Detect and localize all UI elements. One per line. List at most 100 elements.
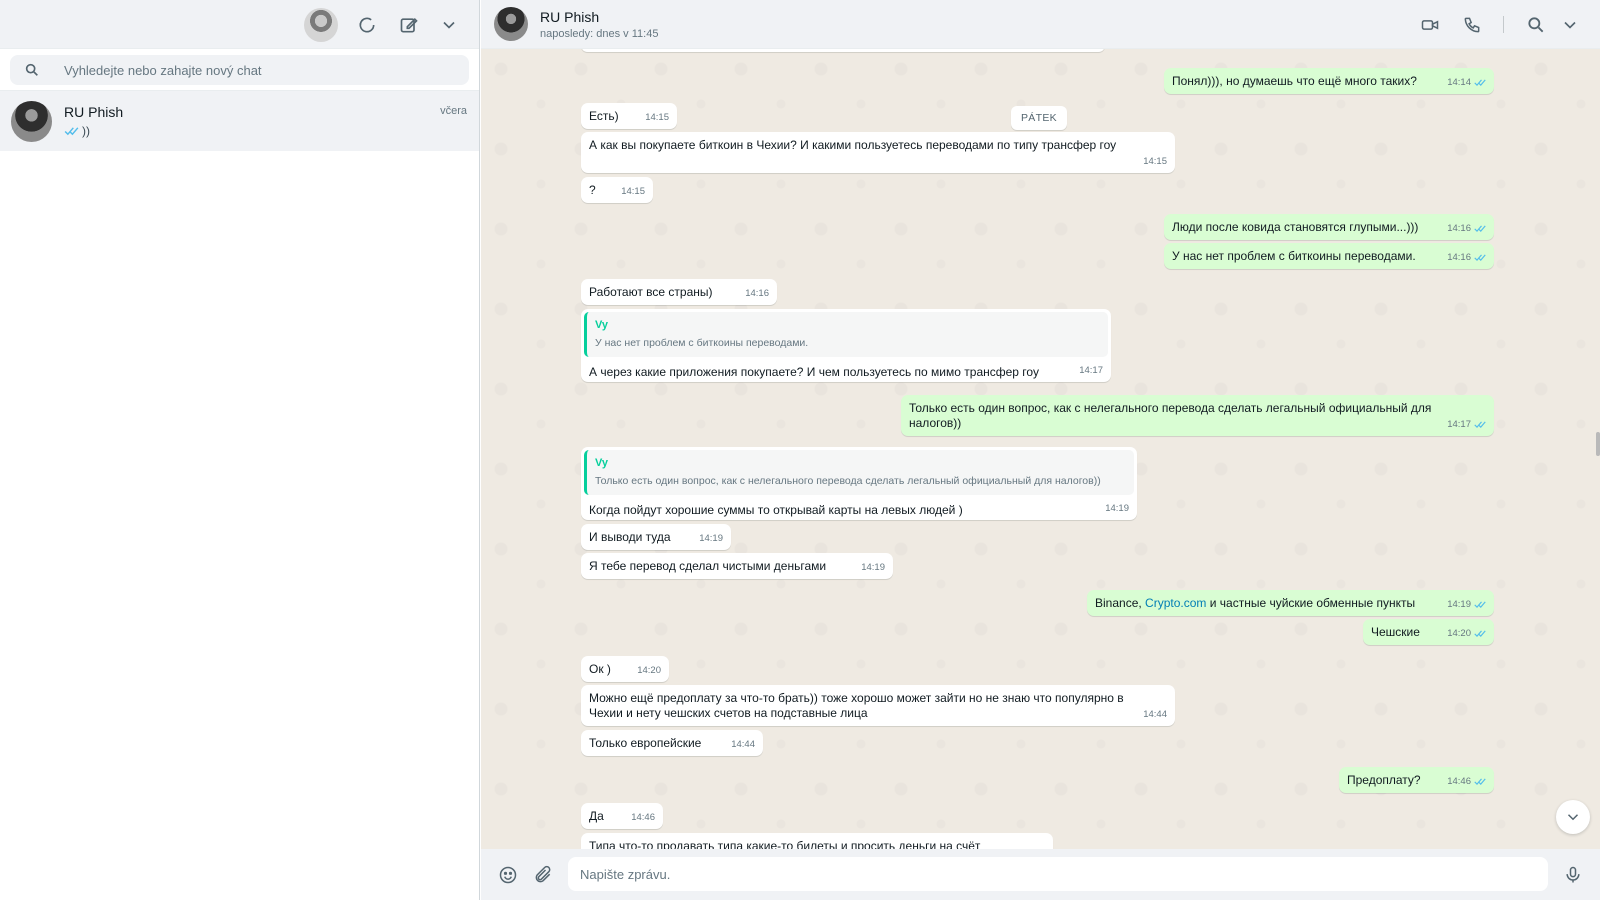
contact-avatar[interactable]: [494, 7, 528, 41]
quoted-message[interactable]: Vy Только есть один вопрос, как с нелега…: [584, 450, 1134, 495]
contact-avatar: [11, 101, 52, 142]
new-chat-icon[interactable]: [396, 12, 422, 38]
chat-preview: )): [64, 124, 90, 138]
video-call-icon[interactable]: [1417, 12, 1443, 38]
message-meta: 14:14: [1447, 75, 1486, 90]
header-divider: [1503, 16, 1504, 33]
message-meta: 14:19: [1447, 597, 1486, 612]
microphone-icon[interactable]: [1562, 864, 1584, 886]
message-bubble-incoming[interactable]: А как вы покупаете биткоин в Чехии? И ка…: [581, 132, 1175, 173]
message-time: 14:20: [1447, 628, 1471, 639]
message-bubble-incoming[interactable]: Только европейские 14:44: [581, 730, 763, 756]
message-time: 14:46: [631, 812, 655, 823]
message-meta: 14:19: [861, 560, 885, 575]
message-bubble-outgoing[interactable]: Люди после ковида становятся глупыми...)…: [1164, 214, 1494, 240]
message-time: 14:15: [1143, 156, 1167, 167]
quoted-author: Vy: [595, 457, 609, 469]
message-bubble-incoming[interactable]: Ок ) 14:20: [581, 656, 669, 682]
message-bubble-incoming[interactable]: Есть) 14:15: [581, 103, 677, 129]
message-text: Типа что-то продавать типа какие-то биле…: [589, 839, 981, 849]
read-ticks-icon: [1474, 778, 1486, 786]
message-text: Можно ещё предоплату за что-то брать)) т…: [589, 691, 1124, 720]
message-meta: 14:46: [1447, 774, 1486, 789]
message-meta: 14:15: [645, 110, 669, 125]
quoted-message[interactable]: Vy У нас нет проблем с биткоины перевода…: [584, 312, 1108, 357]
message-meta: 14:46: [631, 810, 655, 825]
message-bubble-outgoing[interactable]: У нас нет проблем с биткоины переводами.…: [1164, 243, 1494, 269]
quoted-author: Vy: [595, 319, 609, 331]
chevron-down-icon[interactable]: [436, 12, 462, 38]
message-bubble-incoming[interactable]: Можно ещё предоплату за что-то брать)) т…: [581, 685, 1175, 726]
search-icon: [25, 63, 38, 76]
message-text: Люди после ковида становятся глупыми...)…: [1172, 220, 1419, 234]
message-meta: 14:16: [745, 286, 769, 301]
message-bubble-outgoing[interactable]: Чешские 14:20: [1363, 619, 1494, 645]
crypto-link[interactable]: Crypto.com: [1145, 596, 1206, 610]
conversation-panel: RU Phish naposledy: dnes v 11:45 PÁTEK П…: [481, 0, 1600, 900]
message-input[interactable]: [568, 857, 1548, 891]
message-text: Только европейские: [589, 736, 702, 750]
chevron-down-icon[interactable]: [1557, 12, 1583, 38]
search-icon[interactable]: [1523, 12, 1549, 38]
message-bubble-incoming[interactable]: Работают все страны) 14:16: [581, 279, 777, 305]
my-profile-avatar[interactable]: [304, 8, 338, 42]
chat-name: RU Phish: [64, 104, 124, 120]
message-meta: 14:17: [1079, 363, 1103, 378]
message-time: 14:19: [1447, 599, 1471, 610]
read-ticks-icon: [1474, 601, 1486, 609]
message-time: 14:19: [1105, 503, 1129, 514]
message-time: 14:44: [1143, 709, 1167, 720]
message-bubble-incoming[interactable]: Типа что-то продавать типа какие-то биле…: [581, 833, 1053, 849]
message-bubble-outgoing[interactable]: Понял))), но думаешь что ещё много таких…: [1164, 68, 1494, 94]
phone-icon[interactable]: [1459, 12, 1485, 38]
message-text: Binance, Crypto.com и частные чуйские об…: [1095, 596, 1486, 611]
message-time: 14:44: [731, 739, 755, 750]
message-meta: 14:19: [1105, 501, 1129, 516]
message-list[interactable]: PÁTEK Понял))), но думаешь что ещё много…: [481, 49, 1600, 849]
message-time: 14:16: [1447, 223, 1471, 234]
emoji-icon[interactable]: [497, 864, 519, 886]
conversation-header[interactable]: RU Phish naposledy: dnes v 11:45: [481, 0, 1600, 49]
message-bubble-incoming[interactable]: ? 14:15: [581, 177, 653, 203]
message-text: А как вы покупаете биткоин в Чехии? И ка…: [589, 138, 1117, 152]
message-time: 14:17: [1447, 419, 1471, 430]
message-text-part: Binance,: [1095, 596, 1146, 610]
search-input[interactable]: [64, 55, 464, 85]
message-bubble-incoming[interactable]: Да 14:46: [581, 803, 663, 829]
contact-name: RU Phish: [540, 9, 600, 25]
message-meta: 14:44: [731, 737, 755, 752]
scroll-to-bottom-button[interactable]: [1556, 800, 1590, 834]
message-meta: 14:44: [1143, 707, 1167, 722]
message-input-wrap[interactable]: [568, 857, 1548, 891]
chat-list-panel: RU Phish včera )): [0, 0, 480, 900]
message-text: У нас нет проблем с биткоины переводами.: [1172, 249, 1416, 263]
quoted-text: У нас нет проблем с биткоины переводами.: [595, 337, 809, 349]
read-ticks-icon: [1474, 254, 1486, 262]
message-meta: 14:19: [699, 531, 723, 546]
message-bubble-incoming[interactable]: И выводи туда 14:19: [581, 524, 731, 550]
message-time: 14:20: [637, 665, 661, 676]
paperclip-icon[interactable]: [532, 864, 554, 886]
message-text: Работают все страны): [589, 285, 713, 299]
message-bubble-partial[interactable]: [581, 49, 1105, 52]
message-bubble-outgoing[interactable]: Binance, Crypto.com и частные чуйские об…: [1087, 590, 1494, 616]
scrollbar-thumb[interactable]: [1596, 432, 1600, 456]
message-bubble-outgoing[interactable]: Только есть один вопрос, как с нелегальн…: [901, 395, 1494, 436]
message-time: 14:16: [1447, 252, 1471, 263]
search-box[interactable]: [10, 55, 469, 85]
quoted-text: Только есть один вопрос, как с нелегальн…: [595, 475, 1101, 487]
message-bubble-outgoing[interactable]: Предоплату? 14:46: [1339, 767, 1494, 793]
message-meta: 14:17: [1447, 417, 1486, 432]
chat-preview-text: )): [82, 124, 90, 138]
message-composer: [481, 849, 1600, 900]
chat-list-item[interactable]: RU Phish včera )): [0, 91, 479, 151]
message-text: А через какие приложения покупаете? И че…: [589, 365, 1039, 379]
status-icon[interactable]: [354, 12, 380, 38]
search-row: [0, 49, 479, 91]
message-bubble-incoming[interactable]: Я тебе перевод сделал чистыми деньгами 1…: [581, 553, 893, 579]
message-text: Понял))), но думаешь что ещё много таких…: [1172, 74, 1417, 88]
message-bubble-reply[interactable]: Vy У нас нет проблем с биткоины перевода…: [581, 309, 1111, 382]
message-meta: 14:20: [1447, 626, 1486, 641]
message-bubble-reply[interactable]: Vy Только есть один вопрос, как с нелега…: [581, 447, 1137, 520]
message-text: Когда пойдут хорошие суммы то открывай к…: [589, 503, 963, 517]
